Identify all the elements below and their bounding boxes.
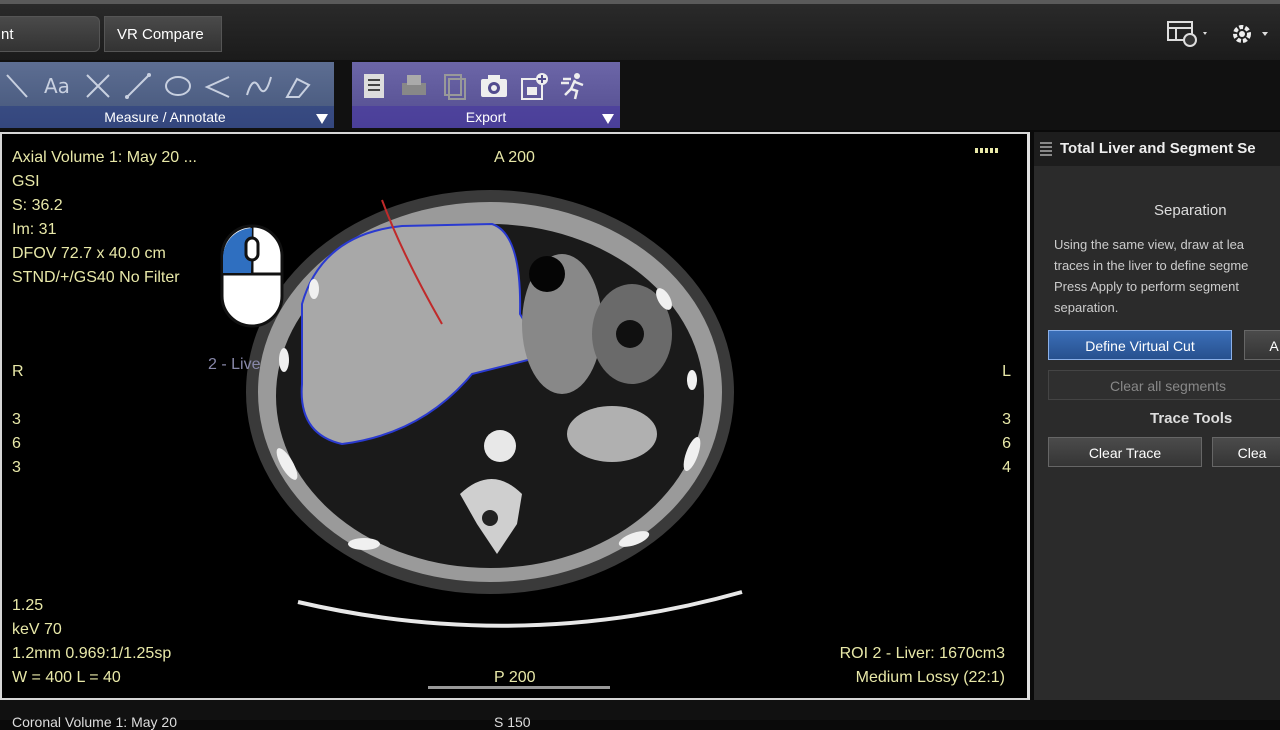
- panel-title-bar: Total Liver and Segment Se: [1034, 132, 1280, 166]
- copy-icon[interactable]: [438, 70, 470, 102]
- series-info: Axial Volume 1: May 20 ...: [12, 149, 197, 166]
- roi-volume-text: ROI 2 - Liver: 1670cm3: [839, 645, 1005, 662]
- bottom-right-overlay: ROI 2 - Liver: 1670cm3 Medium Lossy (22:…: [840, 642, 1005, 690]
- left-scale-numbers: 3 6 3: [12, 408, 21, 480]
- kev-value: keV 70: [12, 621, 62, 638]
- slice-slider[interactable]: [428, 686, 610, 689]
- separation-heading: Separation: [1154, 202, 1227, 219]
- export-run-icon[interactable]: [558, 70, 590, 102]
- define-virtual-cut-button[interactable]: Define Virtual Cut: [1048, 330, 1232, 360]
- bottom-left-overlay: 1.25 keV 70 1.2mm 0.969:1/1.25sp W = 400…: [12, 594, 171, 690]
- instruction-line: Using the same view, draw at lea: [1054, 237, 1245, 252]
- mouse-left-click-icon: [218, 222, 286, 330]
- instruction-line: Press Apply to perform segment: [1054, 279, 1239, 294]
- export-tools: [358, 68, 614, 104]
- clear-all-segments-button[interactable]: Clear all segments: [1048, 370, 1280, 400]
- save-series-icon[interactable]: [518, 70, 550, 102]
- export-label[interactable]: Export: [352, 106, 620, 128]
- instruction-line: separation.: [1054, 300, 1119, 315]
- toolbar: Aa Measure / Annotate Export: [0, 60, 1280, 170]
- angle-tool-icon[interactable]: [202, 70, 234, 102]
- text-annotation-icon[interactable]: Aa: [42, 70, 74, 102]
- filter-info: STND/+/GS40 No Filter: [12, 269, 180, 286]
- coronal-series-info: Coronal Volume 1: May 20: [12, 714, 177, 730]
- right-num: 6: [1002, 435, 1011, 452]
- gsi-label: GSI: [12, 173, 40, 190]
- viewport-menu-icon[interactable]: [975, 148, 999, 153]
- report-icon[interactable]: [358, 70, 390, 102]
- left-num: 3: [12, 411, 21, 428]
- ellipse-roi-icon[interactable]: [162, 70, 194, 102]
- panel-grip-icon[interactable]: [1040, 142, 1052, 156]
- cross-cursor-icon[interactable]: [82, 70, 114, 102]
- trace-tools-heading: Trace Tools: [1150, 410, 1233, 427]
- image-number: Im: 31: [12, 221, 57, 238]
- measure-annotate-label[interactable]: Measure / Annotate: [0, 106, 334, 128]
- gear-icon[interactable]: [1228, 20, 1272, 48]
- coronal-orientation: S 150: [494, 714, 531, 730]
- roi-liver-label: 2 - Live: [208, 356, 261, 373]
- axial-image-viewport[interactable]: Axial Volume 1: May 20 ... GSI S: 36.2 I…: [0, 132, 1030, 700]
- right-num: 4: [1002, 459, 1011, 476]
- next-viewport-strip: Coronal Volume 1: May 20 S 150: [0, 700, 1280, 730]
- chevron-down-icon[interactable]: [602, 114, 614, 124]
- left-num: 3: [12, 459, 21, 476]
- camera-icon[interactable]: [478, 70, 510, 102]
- tab-vr-compare[interactable]: VR Compare: [104, 16, 222, 52]
- layout-settings-icon[interactable]: [1166, 20, 1210, 48]
- chevron-down-icon[interactable]: [316, 114, 328, 124]
- clear-trace-button[interactable]: Clear Trace: [1048, 437, 1202, 467]
- slice-position: S: 36.2: [12, 197, 63, 214]
- left-num: 6: [12, 435, 21, 452]
- print-icon[interactable]: [398, 70, 430, 102]
- top-left-overlay: Axial Volume 1: May 20 ... GSI S: 36.2 I…: [12, 146, 197, 290]
- orientation-right-label: R: [12, 363, 24, 380]
- panel-title: Total Liver and Segment Se: [1060, 140, 1256, 157]
- right-scale-numbers: 3 6 4: [1002, 408, 1011, 480]
- compression-text: Medium Lossy (22:1): [855, 669, 1005, 686]
- dfov-info: DFOV 72.7 x 40.0 cm: [12, 245, 166, 262]
- window-level: W = 400 L = 40: [12, 669, 121, 686]
- line-measure-icon[interactable]: [122, 70, 154, 102]
- export-group: Export: [352, 62, 620, 128]
- right-num: 3: [1002, 411, 1011, 428]
- segmentation-panel: Total Liver and Segment Se Separation Us…: [1034, 132, 1280, 700]
- measure-annotate-group: Aa Measure / Annotate: [0, 62, 334, 128]
- clear-all-traces-button[interactable]: Clea: [1212, 437, 1280, 467]
- tab-segment-separation[interactable]: nt Separation: [0, 16, 100, 79]
- erase-annotation-icon[interactable]: [282, 70, 314, 102]
- apply-button[interactable]: A: [1244, 330, 1280, 360]
- instruction-line: traces in the liver to define segme: [1054, 258, 1249, 273]
- top-tab-bar: nt Separation VR Compare: [0, 0, 1280, 79]
- svg-text:Aa: Aa: [44, 74, 70, 98]
- orientation-left-label: L: [1002, 363, 1011, 380]
- top-right-icons: [1166, 20, 1272, 48]
- freehand-roi-icon[interactable]: [242, 70, 274, 102]
- separation-instructions: Using the same view, draw at lea traces …: [1054, 234, 1280, 318]
- pitch-info: 1.2mm 0.969:1/1.25sp: [12, 645, 172, 662]
- orientation-top: A 200: [494, 149, 535, 166]
- slice-thickness: 1.25: [12, 597, 44, 614]
- arrow-tool-icon[interactable]: [2, 70, 34, 102]
- measure-tools: Aa: [2, 68, 328, 104]
